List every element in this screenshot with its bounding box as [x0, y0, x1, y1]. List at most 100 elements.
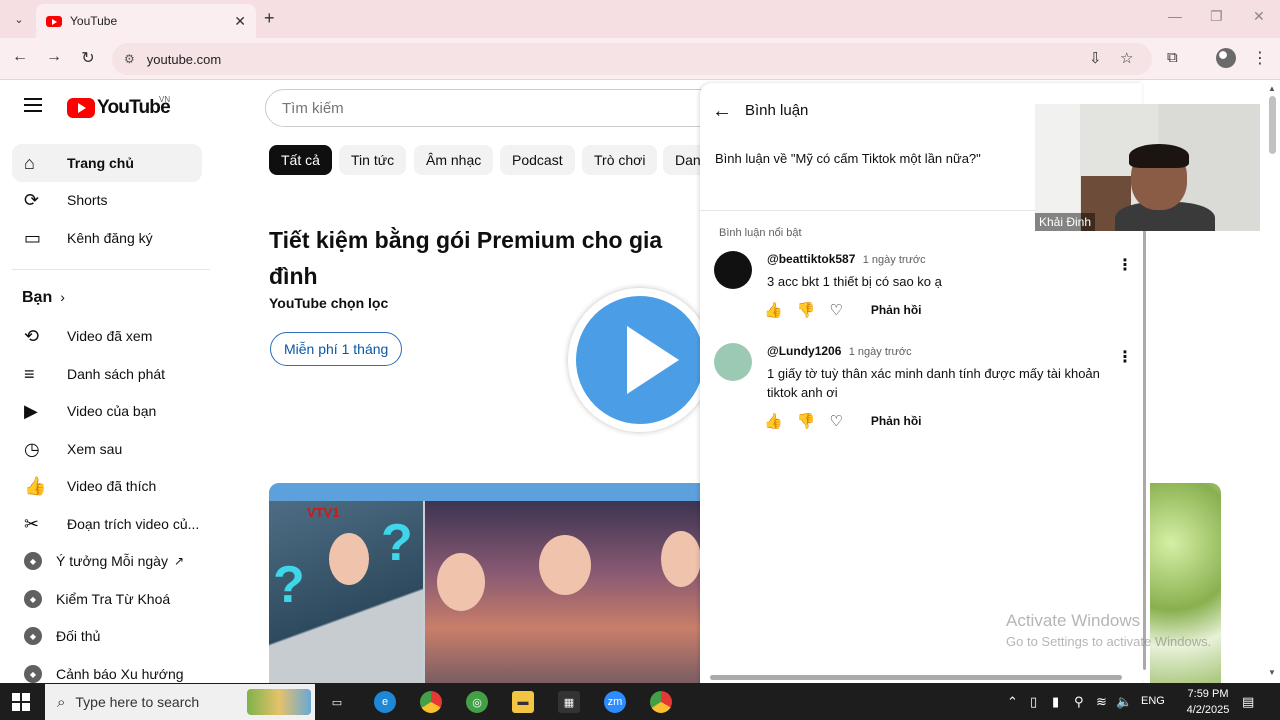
channel-avatar: ◆ [24, 665, 42, 683]
windows-start-icon[interactable] [12, 693, 30, 711]
power-icon[interactable]: ▮ [1052, 694, 1059, 710]
new-tab-button[interactable]: + [264, 8, 275, 29]
sidebar-item-history[interactable]: ⟲ Video đã xem [12, 317, 202, 355]
question-mark-icon: ? [273, 556, 305, 614]
comment-time[interactable]: 1 ngày trước [849, 346, 912, 358]
video-thumbnail-partial[interactable] [1150, 483, 1221, 683]
install-app-icon[interactable]: ⇩ [1089, 49, 1102, 67]
comments-about: Bình luận về "Mỹ có cấm Tiktok một lần n… [715, 151, 981, 166]
chip-all[interactable]: Tất cả [269, 145, 332, 175]
chip-music[interactable]: Âm nhạc [414, 145, 494, 175]
heart-icon[interactable]: ♡ [829, 301, 842, 319]
chip-news[interactable]: Tin tức [339, 145, 407, 175]
page-scrollbar[interactable] [1269, 96, 1276, 154]
bookmark-star-icon[interactable]: ☆ [1120, 49, 1133, 67]
history-icon: ⟲ [24, 325, 40, 346]
thumbs-down-icon[interactable]: 👎 [797, 412, 816, 430]
sidebar-item-label: Đoạn trích video củ... [67, 516, 200, 532]
zoom-icon[interactable]: zm [604, 691, 626, 713]
avatar[interactable] [714, 343, 752, 381]
scroll-down-icon[interactable]: ▼ [1268, 668, 1276, 677]
show-hidden-icons-icon[interactable]: ⌃ [1007, 694, 1018, 710]
close-window-icon[interactable]: ✕ [1253, 8, 1265, 25]
comment-text: 3 acc bkt 1 thiết bị có sao ko ạ [767, 274, 942, 289]
search-input[interactable] [265, 89, 725, 127]
language-indicator[interactable]: ENG [1141, 695, 1165, 707]
video-thumbnail[interactable]: VTV1 ? ? [269, 483, 701, 683]
windows-taskbar: ⌕ Type here to search ▭ e ◎ ▬ ▦ zm ⌃ ▯ ▮… [0, 683, 1280, 720]
reply-button[interactable]: Phản hồi [871, 414, 922, 428]
minimize-icon[interactable]: — [1168, 8, 1182, 24]
free-trial-button[interactable]: Miễn phí 1 tháng [270, 332, 403, 366]
back-icon[interactable]: ← [9, 48, 31, 66]
more-options-icon[interactable]: ⋮ [1117, 255, 1133, 275]
youtube-logo[interactable]: YouTube VN [67, 95, 171, 119]
sidebar-section-you[interactable]: Bạn › [22, 289, 65, 307]
restore-icon[interactable]: ❐ [1210, 8, 1223, 25]
sidebar-item-liked-videos[interactable]: 👍 Video đã thích [12, 467, 202, 505]
extensions-icon[interactable]: ⧉ [1167, 49, 1178, 66]
liked-icon: 👍 [24, 475, 47, 496]
forward-icon[interactable]: → [43, 48, 65, 66]
horizontal-scrollbar[interactable] [710, 675, 1122, 680]
section-title: Bạn [22, 289, 53, 306]
avatar[interactable] [714, 251, 752, 289]
back-arrow-icon[interactable]: ← [712, 100, 732, 123]
task-view-icon[interactable]: ▭ [326, 691, 348, 713]
sidebar-item-clips[interactable]: ✂ Đoạn trích video củ... [12, 505, 202, 543]
video-editor-icon[interactable]: ▦ [558, 691, 580, 713]
file-explorer-icon[interactable]: ▬ [512, 691, 534, 713]
profile-avatar[interactable] [1216, 48, 1236, 68]
app-icon[interactable]: ◎ [466, 691, 488, 713]
sidebar-item-label: Shorts [67, 192, 108, 208]
url-text: youtube.com [146, 51, 222, 67]
watermark-line2: Go to Settings to activate Windows. [1006, 634, 1212, 649]
comment-time[interactable]: 1 ngày trước [863, 254, 926, 266]
sidebar-item-channel-ideas[interactable]: ◆ Ý tưởng Mỗi ngày ↗ [12, 542, 202, 580]
sidebar-item-label: Trang chủ [67, 155, 134, 171]
chip-podcast[interactable]: Podcast [500, 145, 575, 175]
chip-games[interactable]: Trò chơi [582, 145, 658, 175]
sidebar-item-subscriptions[interactable]: ▭ Kênh đăng ký [12, 219, 202, 257]
comment-author[interactable]: @beattiktok587 [767, 252, 855, 266]
taskbar-search[interactable]: ⌕ Type here to search [45, 684, 315, 720]
site-info-icon[interactable]: ⚙ [124, 52, 135, 66]
bluetooth-icon[interactable]: ⚲ [1074, 694, 1084, 710]
thumbs-up-icon[interactable]: 👍 [764, 301, 783, 319]
sidebar-item-playlists[interactable]: ≡ Danh sách phát [12, 355, 202, 393]
question-mark-icon: ? [381, 514, 413, 572]
sidebar-item-keyword-check[interactable]: ◆ Kiểm Tra Từ Khoá [12, 580, 202, 618]
notifications-icon[interactable]: ▤ [1242, 694, 1254, 710]
sidebar-item-watch-later[interactable]: ◷ Xem sau [12, 430, 202, 468]
comment-author[interactable]: @Lundy1206 [767, 344, 841, 358]
chrome-icon[interactable] [420, 691, 442, 713]
sidebar-item-competitors[interactable]: ◆ Đối thủ [12, 617, 202, 655]
device-icon[interactable]: ▯ [1030, 694, 1037, 710]
tab-search-button[interactable]: ⌄ [8, 8, 30, 30]
guide-menu-icon[interactable] [24, 98, 42, 112]
thumbs-down-icon[interactable]: 👎 [797, 301, 816, 319]
volume-icon[interactable]: 🔈 [1116, 694, 1132, 710]
scroll-up-icon[interactable]: ▲ [1268, 84, 1276, 93]
channel-avatar: ◆ [24, 552, 42, 570]
browser-menu-icon[interactable]: ⋮ [1252, 48, 1268, 68]
wifi-icon[interactable]: ≋ [1096, 694, 1107, 710]
browser-tab-youtube[interactable]: YouTube ✕ [36, 4, 256, 38]
edge-icon[interactable]: e [374, 691, 396, 713]
reply-button[interactable]: Phản hồi [871, 303, 922, 317]
system-clock[interactable]: 7:59 PM 4/2/2025 [1178, 686, 1238, 718]
more-options-icon[interactable]: ⋮ [1117, 347, 1133, 367]
channel-logo: VTV1 [307, 505, 340, 520]
sidebar-item-your-videos[interactable]: ▶ Video của bạn [12, 392, 202, 430]
reload-icon[interactable]: ↻ [77, 48, 99, 68]
tab-close-icon[interactable]: ✕ [234, 13, 246, 30]
play-button-icon[interactable] [568, 288, 712, 432]
heart-icon[interactable]: ♡ [829, 412, 842, 430]
thumbs-up-icon[interactable]: 👍 [764, 412, 783, 430]
sidebar-item-label: Danh sách phát [67, 366, 166, 382]
sidebar-item-home[interactable]: ⌂ Trang chủ [12, 144, 202, 182]
channel-avatar: ◆ [24, 627, 42, 645]
sidebar-item-shorts[interactable]: ⟳ Shorts [12, 181, 202, 219]
address-bar[interactable]: ⚙ youtube.com [112, 43, 1152, 75]
chrome-profile-icon[interactable] [650, 691, 672, 713]
